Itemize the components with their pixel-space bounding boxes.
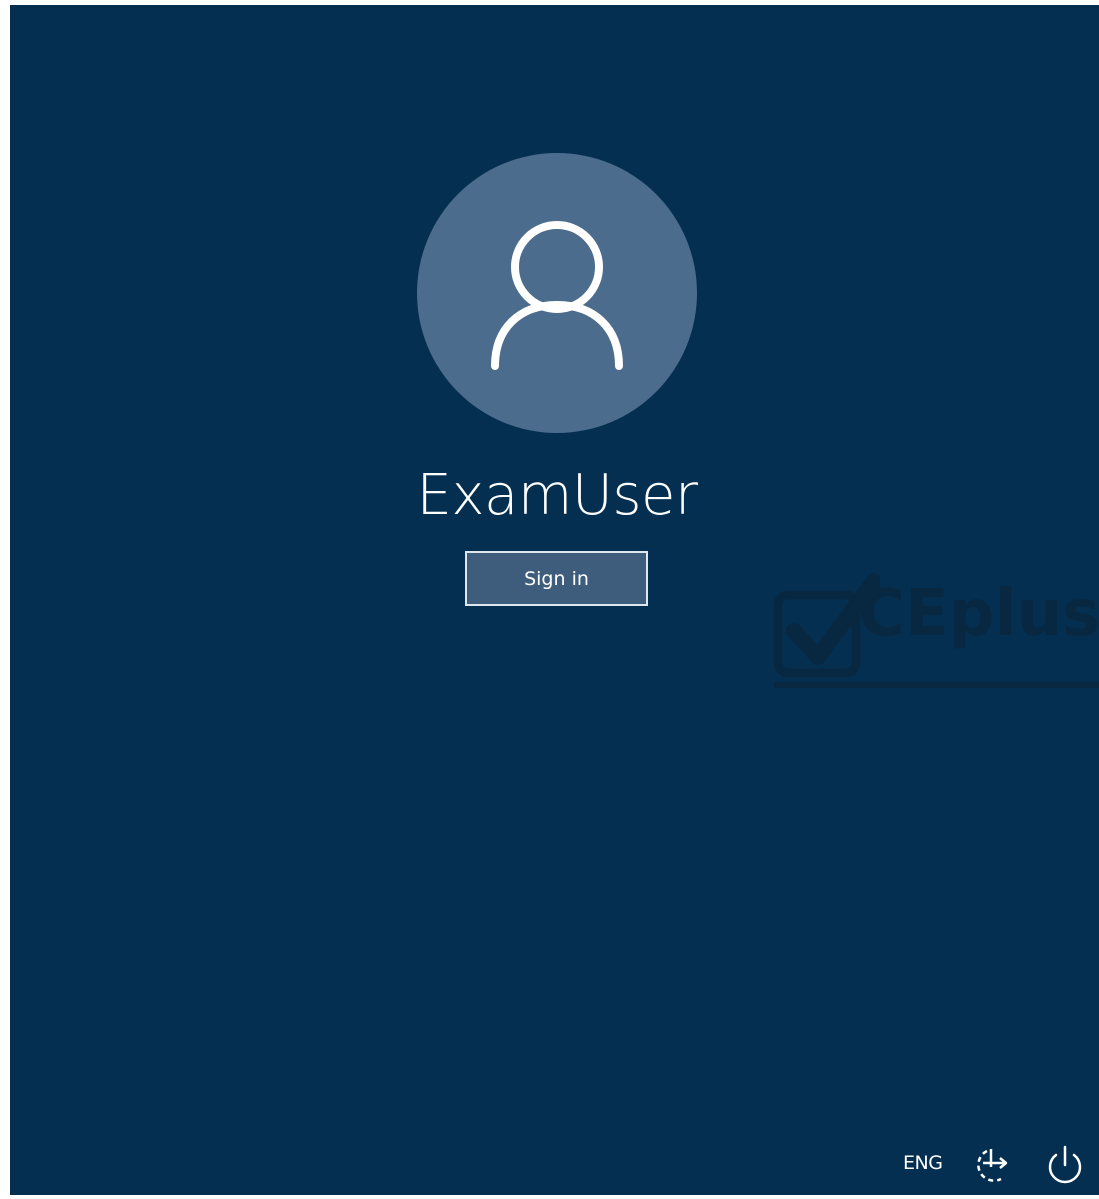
power-icon[interactable] xyxy=(1043,1143,1087,1187)
ease-of-access-icon[interactable] xyxy=(971,1145,1015,1185)
system-tray: ENG xyxy=(879,1135,1099,1195)
watermark: CEplus xyxy=(770,567,1099,692)
watermark-text: CEplus xyxy=(858,577,1099,651)
username-label: ExamUser xyxy=(416,463,698,528)
sign-in-button[interactable]: Sign in xyxy=(465,551,648,606)
user-silhouette-icon xyxy=(491,221,623,370)
watermark-underline xyxy=(774,682,1099,688)
language-indicator[interactable]: ENG xyxy=(903,1152,943,1174)
lock-screen: ExamUser Sign in CEplus ENG xyxy=(10,5,1099,1195)
user-avatar xyxy=(417,153,697,433)
